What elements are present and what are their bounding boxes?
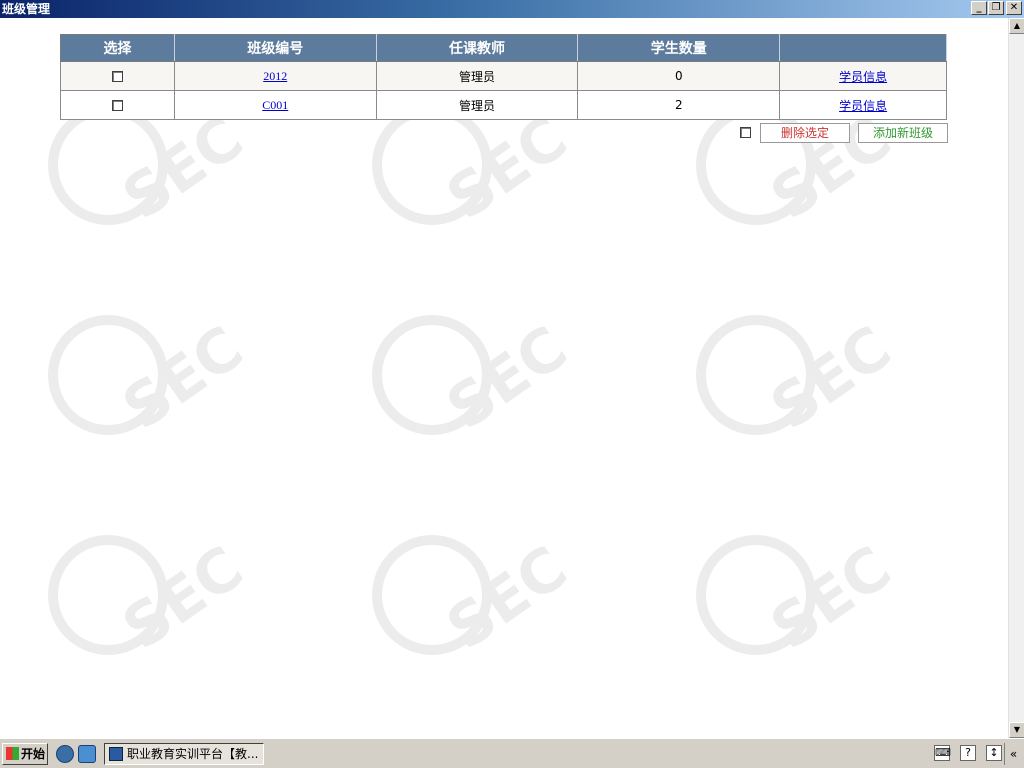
- header-class-id: 班级编号: [174, 34, 377, 62]
- select-cell: [60, 90, 175, 120]
- taskbar-window-button[interactable]: 职业教育实训平台【教...: [104, 743, 264, 765]
- watermark-logo: SEC: [372, 533, 580, 660]
- class-id-cell: C001: [173, 90, 377, 120]
- window-controls: _ ❐ ✕: [970, 1, 1022, 15]
- tray-expand-icon[interactable]: «: [1004, 743, 1022, 765]
- header-teacher: 任课教师: [376, 34, 579, 62]
- start-button[interactable]: 开始: [2, 743, 48, 765]
- watermark-logo: SEC: [696, 533, 904, 660]
- windows-flag-icon: [6, 747, 19, 760]
- header-student-count: 学生数量: [577, 34, 781, 62]
- window-titlebar: 班级管理 _ ❐ ✕: [0, 0, 1024, 18]
- delete-selected-button[interactable]: 删除选定: [760, 123, 850, 143]
- count-cell: 0: [577, 61, 781, 91]
- class-id-cell: 2012: [173, 61, 377, 91]
- scroll-down-button[interactable]: ▼: [1009, 722, 1024, 738]
- row-checkbox[interactable]: [111, 100, 123, 111]
- quick-launch: [56, 745, 96, 763]
- ie-icon[interactable]: [56, 745, 74, 763]
- add-class-button[interactable]: 添加新班级: [858, 123, 948, 143]
- close-button[interactable]: ✕: [1006, 1, 1022, 15]
- watermark-logo: SEC: [696, 313, 904, 440]
- teacher-cell: 管理员: [375, 90, 579, 120]
- browser-icon[interactable]: [78, 745, 96, 763]
- class-id-link[interactable]: C001: [262, 98, 288, 112]
- start-label: 开始: [21, 747, 46, 761]
- app-window-icon: [109, 747, 123, 761]
- info-cell: 学员信息: [779, 61, 947, 91]
- header-actions: [779, 34, 947, 62]
- task-label: 职业教育实训平台【教...: [127, 747, 259, 761]
- class-id-link[interactable]: 2012: [263, 69, 287, 83]
- select-all-checkbox[interactable]: [740, 127, 751, 138]
- window-title: 班级管理: [2, 2, 51, 16]
- help-icon[interactable]: ?: [960, 745, 976, 761]
- watermark-logo: SEC: [372, 313, 580, 440]
- class-table: 选择 班级编号 任课教师 学生数量 2012 管理员 0 学员信息 C001 管…: [60, 34, 947, 120]
- student-info-link[interactable]: 学员信息: [839, 99, 887, 113]
- watermark-logo: SEC: [48, 313, 256, 440]
- keyboard-icon[interactable]: ⌨: [934, 745, 951, 761]
- header-select: 选择: [60, 34, 175, 62]
- teacher-cell: 管理员: [375, 61, 579, 91]
- table-row: C001 管理员 2 学员信息: [60, 90, 947, 120]
- restore-button[interactable]: ❐: [988, 1, 1004, 15]
- vertical-scrollbar[interactable]: ▲ ▼: [1008, 18, 1024, 738]
- table-row: 2012 管理员 0 学员信息: [60, 61, 947, 91]
- input-method-icon[interactable]: ↕: [986, 745, 1002, 761]
- table-header-row: 选择 班级编号 任课教师 学生数量: [60, 34, 947, 62]
- scroll-up-button[interactable]: ▲: [1009, 18, 1024, 34]
- info-cell: 学员信息: [779, 90, 947, 120]
- watermark-logo: SEC: [48, 533, 256, 660]
- row-checkbox[interactable]: [111, 71, 123, 82]
- count-cell: 2: [577, 90, 781, 120]
- content-area: SEC SEC SEC SEC SEC SEC SEC SEC SEC 选择 班…: [0, 18, 1008, 738]
- minimize-button[interactable]: _: [971, 1, 987, 15]
- system-tray: ⌨ ? ↕: [934, 745, 1002, 761]
- student-info-link[interactable]: 学员信息: [839, 70, 887, 84]
- taskbar: 开始 职业教育实训平台【教... ⌨ ? ↕ «: [0, 738, 1024, 768]
- select-cell: [60, 61, 175, 91]
